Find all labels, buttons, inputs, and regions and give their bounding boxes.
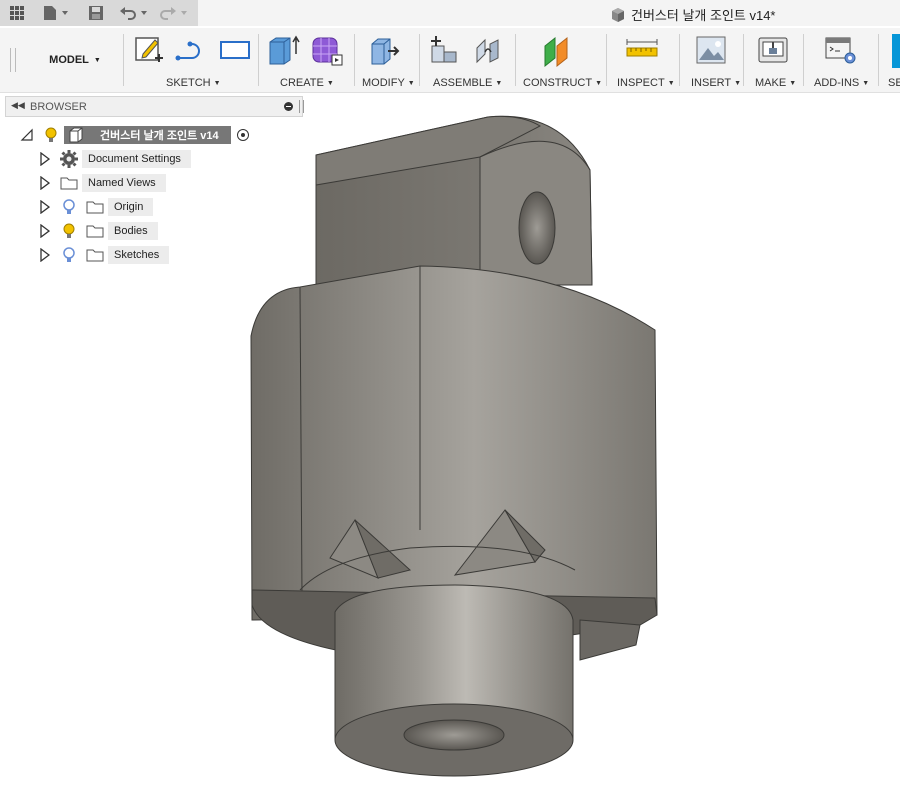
divider (515, 34, 516, 86)
assemble-menu[interactable]: ASSEMBLE ▼ (433, 77, 502, 89)
3d-print-icon[interactable] (757, 34, 791, 68)
save-icon (89, 6, 103, 20)
form-icon[interactable] (310, 34, 344, 68)
toolbar-grip[interactable] (10, 48, 16, 72)
select-menu[interactable]: SE (888, 77, 900, 89)
save-button[interactable] (86, 3, 106, 23)
viewport-canvas[interactable] (0, 100, 900, 797)
select-tool-icon[interactable] (892, 34, 900, 68)
addins-menu[interactable]: ADD-INS ▼ (814, 77, 869, 89)
redo-button[interactable] (158, 3, 192, 23)
construct-menu[interactable]: CONSTRUCT ▼ (523, 77, 602, 89)
modify-menu[interactable]: MODIFY ▼ (362, 77, 415, 89)
measure-icon[interactable] (625, 34, 661, 68)
document-title-text: 건버스터 날개 조인트 v14* (631, 8, 776, 23)
app-grid-button[interactable] (6, 3, 28, 23)
insert-image-icon[interactable] (695, 34, 729, 68)
3d-model[interactable] (250, 115, 658, 777)
file-icon (44, 6, 68, 20)
component-icon (612, 7, 624, 22)
insert-menu[interactable]: INSERT ▼ (691, 77, 741, 89)
divider (419, 34, 420, 86)
divider (679, 34, 680, 86)
workspace-switcher[interactable]: MODEL ▼ (30, 48, 120, 72)
main-toolbar: MODEL ▼ SKETCH ▼ CREATE ▼ MODIFY ▼ ASSEM… (0, 28, 900, 93)
press-pull-icon[interactable] (368, 34, 402, 68)
grid-icon (10, 6, 24, 20)
create-sketch-icon[interactable] (133, 34, 165, 66)
joint-icon[interactable] (472, 34, 506, 68)
inspect-menu[interactable]: INSPECT ▼ (617, 77, 675, 89)
divider (123, 34, 124, 86)
create-menu[interactable]: CREATE ▼ (280, 77, 334, 89)
chevron-down-icon: ▼ (93, 56, 101, 64)
sketch-menu[interactable]: SKETCH ▼ (166, 77, 221, 89)
divider (878, 34, 879, 86)
redo-icon (160, 7, 187, 20)
title-bar (198, 0, 900, 26)
divider (354, 34, 355, 86)
undo-icon (120, 7, 147, 20)
file-menu-button[interactable] (40, 3, 72, 23)
document-title: 건버스터 날개 조인트 v14* (610, 5, 776, 24)
new-component-icon[interactable] (428, 34, 462, 68)
quick-access-toolbar (0, 0, 198, 26)
undo-button[interactable] (118, 3, 152, 23)
divider (803, 34, 804, 86)
rectangle-tool-icon[interactable] (218, 34, 252, 66)
make-menu[interactable]: MAKE ▼ (755, 77, 796, 89)
divider (743, 34, 744, 86)
workspace-label: MODEL (49, 54, 89, 66)
extrude-icon[interactable] (267, 34, 301, 68)
divider (258, 34, 259, 86)
scripts-addins-icon[interactable] (824, 34, 858, 68)
offset-plane-icon[interactable] (541, 34, 575, 68)
line-tool-icon[interactable] (174, 34, 208, 66)
divider (606, 34, 607, 86)
